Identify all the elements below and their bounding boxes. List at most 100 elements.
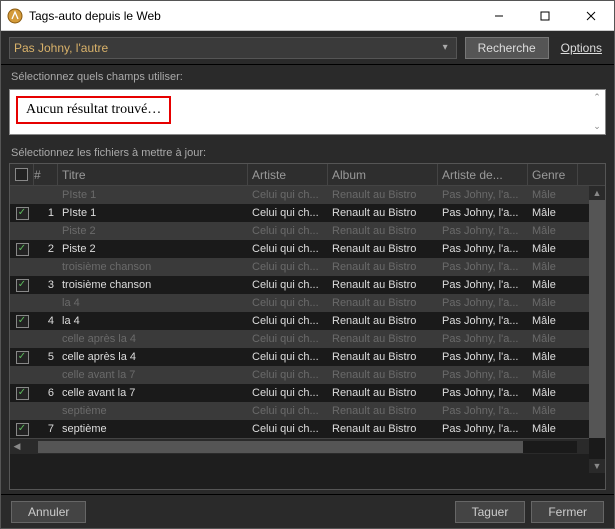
vertical-scrollbar[interactable]: ▲ ▼ xyxy=(589,186,605,473)
table-row[interactable]: ✓3troisième chansonCelui qui ch...Renaul… xyxy=(10,276,605,294)
close-button[interactable] xyxy=(568,1,614,31)
header-genre[interactable]: Genre xyxy=(528,164,578,185)
row-checkbox[interactable]: ✓ xyxy=(16,387,29,400)
cell-title: troisième chanson xyxy=(58,279,248,291)
header-album[interactable]: Album xyxy=(328,164,438,185)
cell-album: Renault au Bistro xyxy=(328,315,438,327)
table-row[interactable]: la 4Celui qui ch...Renault au BistroPas … xyxy=(10,294,605,312)
cell-artist: Celui qui ch... xyxy=(248,423,328,435)
table-row[interactable]: ✓2Piste 2Celui qui ch...Renault au Bistr… xyxy=(10,240,605,258)
table-row[interactable]: ✓6celle avant la 7Celui qui ch...Renault… xyxy=(10,384,605,402)
app-icon xyxy=(7,8,23,24)
cell-album-artist: Pas Johny, l'a... xyxy=(438,261,528,273)
table-row[interactable]: PIste 1Celui qui ch...Renault au BistroP… xyxy=(10,186,605,204)
table-row[interactable]: ✓5celle après la 4Celui qui ch...Renault… xyxy=(10,348,605,366)
cell-genre: Mâle xyxy=(528,279,578,291)
cell-num: 5 xyxy=(34,351,58,363)
cell-album-artist: Pas Johny, l'a... xyxy=(438,243,528,255)
tag-button[interactable]: Taguer xyxy=(455,501,526,523)
cell-artist: Celui qui ch... xyxy=(248,261,328,273)
cell-title: septième xyxy=(58,405,248,417)
cell-album: Renault au Bistro xyxy=(328,243,438,255)
table-row[interactable]: Piste 2Celui qui ch...Renault au BistroP… xyxy=(10,222,605,240)
table-header: # Titre Artiste Album Artiste de... Genr… xyxy=(10,164,605,186)
options-link[interactable]: Options xyxy=(557,41,606,55)
cell-genre: Mâle xyxy=(528,315,578,327)
cell-genre: Mâle xyxy=(528,225,578,237)
table-row[interactable]: celle après la 4Celui qui ch...Renault a… xyxy=(10,330,605,348)
window-title: Tags-auto depuis le Web xyxy=(29,9,476,23)
row-checkbox[interactable]: ✓ xyxy=(16,243,29,256)
cell-artist: Celui qui ch... xyxy=(248,207,328,219)
files-section-label: Sélectionnez les fichiers à mettre à jou… xyxy=(1,141,614,163)
table-row[interactable]: ✓7septièmeCelui qui ch...Renault au Bist… xyxy=(10,420,605,438)
cell-title: celle avant la 7 xyxy=(58,369,248,381)
cell-album-artist: Pas Johny, l'a... xyxy=(438,297,528,309)
close-dialog-button[interactable]: Fermer xyxy=(531,501,604,523)
cell-num: 4 xyxy=(34,315,58,327)
table-row[interactable]: celle avant la 7Celui qui ch...Renault a… xyxy=(10,366,605,384)
table-row[interactable]: septièmeCelui qui ch...Renault au Bistro… xyxy=(10,402,605,420)
cell-artist: Celui qui ch... xyxy=(248,333,328,345)
cancel-button[interactable]: Annuler xyxy=(11,501,86,523)
cell-genre: Mâle xyxy=(528,405,578,417)
cell-album: Renault au Bistro xyxy=(328,207,438,219)
app-window: Tags-auto depuis le Web ▾ Recherche Opti… xyxy=(0,0,615,529)
toolbar: ▾ Recherche Options xyxy=(1,31,614,65)
cell-artist: Celui qui ch... xyxy=(248,279,328,291)
cell-album-artist: Pas Johny, l'a... xyxy=(438,225,528,237)
header-num[interactable]: # xyxy=(34,164,58,185)
vscroll-thumb[interactable] xyxy=(589,200,605,438)
file-table: # Titre Artiste Album Artiste de... Genr… xyxy=(9,163,606,490)
cell-title: Piste 2 xyxy=(58,225,248,237)
search-button[interactable]: Recherche xyxy=(465,37,549,59)
search-input[interactable] xyxy=(14,41,439,55)
header-title[interactable]: Titre xyxy=(58,164,248,185)
row-checkbox[interactable]: ✓ xyxy=(16,351,29,364)
scroll-up-icon[interactable]: ▲ xyxy=(589,186,605,200)
cell-album-artist: Pas Johny, l'a... xyxy=(438,423,528,435)
cell-album: Renault au Bistro xyxy=(328,189,438,201)
row-checkbox[interactable]: ✓ xyxy=(16,423,29,436)
cell-genre: Mâle xyxy=(528,243,578,255)
table-row[interactable]: ✓1PIste 1Celui qui ch...Renault au Bistr… xyxy=(10,204,605,222)
header-artist[interactable]: Artiste xyxy=(248,164,328,185)
cell-title: la 4 xyxy=(58,297,248,309)
cell-title: la 4 xyxy=(58,315,248,327)
cell-artist: Celui qui ch... xyxy=(248,297,328,309)
minimize-button[interactable] xyxy=(476,1,522,31)
header-checkbox-col[interactable] xyxy=(10,164,34,185)
hscroll-thumb[interactable] xyxy=(38,441,523,453)
cell-album-artist: Pas Johny, l'a... xyxy=(438,189,528,201)
titlebar: Tags-auto depuis le Web xyxy=(1,1,614,31)
cell-album-artist: Pas Johny, l'a... xyxy=(438,369,528,381)
table-row[interactable]: troisième chansonCelui qui ch...Renault … xyxy=(10,258,605,276)
header-album-artist[interactable]: Artiste de... xyxy=(438,164,528,185)
scroll-down-icon[interactable]: ▼ xyxy=(589,459,605,473)
row-checkbox[interactable]: ✓ xyxy=(16,315,29,328)
row-checkbox[interactable]: ✓ xyxy=(16,207,29,220)
cell-artist: Celui qui ch... xyxy=(248,351,328,363)
cell-title: PIste 1 xyxy=(58,189,248,201)
cell-album-artist: Pas Johny, l'a... xyxy=(438,207,528,219)
search-combo[interactable]: ▾ xyxy=(9,37,457,59)
header-checkbox[interactable] xyxy=(15,168,28,181)
horizontal-scrollbar[interactable]: ◀ ▶ xyxy=(10,438,605,454)
chevron-down-icon[interactable]: ▾ xyxy=(439,42,452,53)
cell-album: Renault au Bistro xyxy=(328,351,438,363)
cell-album: Renault au Bistro xyxy=(328,369,438,381)
cell-genre: Mâle xyxy=(528,333,578,345)
scroll-left-icon[interactable]: ◀ xyxy=(10,441,24,452)
table-body: PIste 1Celui qui ch...Renault au BistroP… xyxy=(10,186,605,438)
cell-album: Renault au Bistro xyxy=(328,225,438,237)
maximize-button[interactable] xyxy=(522,1,568,31)
cell-genre: Mâle xyxy=(528,297,578,309)
table-row[interactable]: ✓4la 4Celui qui ch...Renault au BistroPa… xyxy=(10,312,605,330)
cell-artist: Celui qui ch... xyxy=(248,369,328,381)
cell-album-artist: Pas Johny, l'a... xyxy=(438,387,528,399)
cell-title: celle après la 4 xyxy=(58,333,248,345)
cell-title: celle avant la 7 xyxy=(58,387,248,399)
cell-num: 1 xyxy=(34,207,58,219)
row-checkbox[interactable]: ✓ xyxy=(16,279,29,292)
cell-num: 7 xyxy=(34,423,58,435)
